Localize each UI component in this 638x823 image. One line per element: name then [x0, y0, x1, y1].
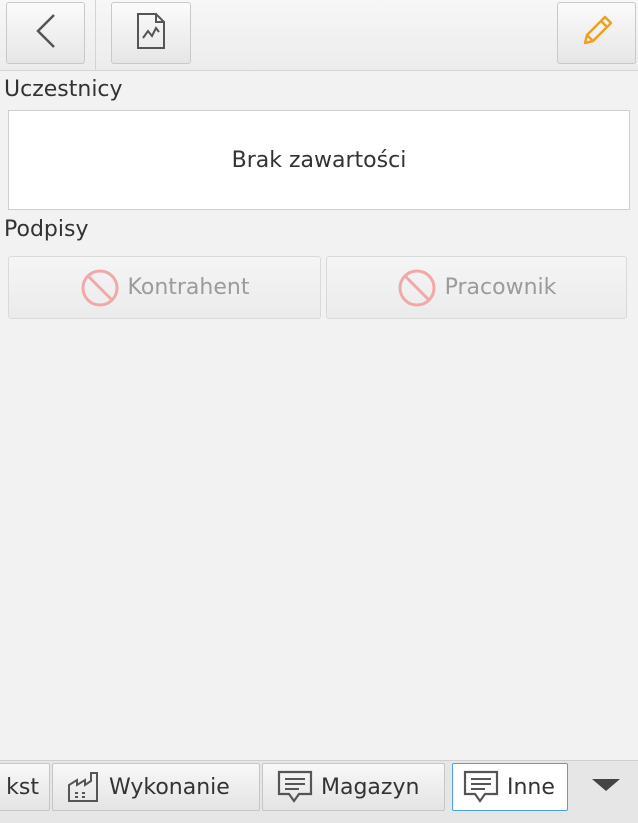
tab-label: Inne [507, 774, 555, 800]
pencil-icon [577, 11, 617, 55]
signatures-label: Podpisy [4, 217, 89, 242]
edit-button[interactable] [557, 2, 636, 64]
sign-employee-label: Pracownik [444, 275, 557, 300]
comment-icon [463, 770, 499, 804]
back-button[interactable] [6, 2, 85, 64]
top-toolbar [0, 0, 638, 71]
sign-employee-button[interactable]: Pracownik [326, 256, 627, 319]
participants-label: Uczestnicy [4, 77, 123, 102]
empty-placeholder-text: Brak zawartości [231, 147, 407, 173]
tab-label: kst [6, 774, 39, 800]
prohibited-icon [397, 268, 437, 308]
toolbar-divider [95, 0, 96, 70]
report-button[interactable] [111, 2, 191, 64]
tab-magazyn[interactable]: Magazyn [262, 763, 445, 811]
tab-inne[interactable]: Inne [452, 763, 568, 811]
sign-contractor-label: Kontrahent [127, 275, 250, 300]
tab-wykonanie[interactable]: Wykonanie [52, 763, 260, 811]
chevron-left-icon [34, 13, 58, 53]
document-chart-icon [135, 12, 167, 54]
tab-kontekst[interactable]: kst [0, 763, 50, 811]
tab-label: Magazyn [321, 774, 420, 800]
factory-icon [67, 771, 101, 803]
bottom-tab-bar: kst Wykonanie Magazyn Inne [0, 760, 638, 823]
more-tabs-button[interactable] [574, 763, 638, 811]
participants-list: Brak zawartości [8, 110, 630, 210]
triangle-down-icon [592, 778, 620, 797]
comment-icon [277, 770, 313, 804]
sign-contractor-button[interactable]: Kontrahent [8, 256, 321, 319]
tab-label: Wykonanie [109, 774, 230, 800]
prohibited-icon [80, 268, 120, 308]
